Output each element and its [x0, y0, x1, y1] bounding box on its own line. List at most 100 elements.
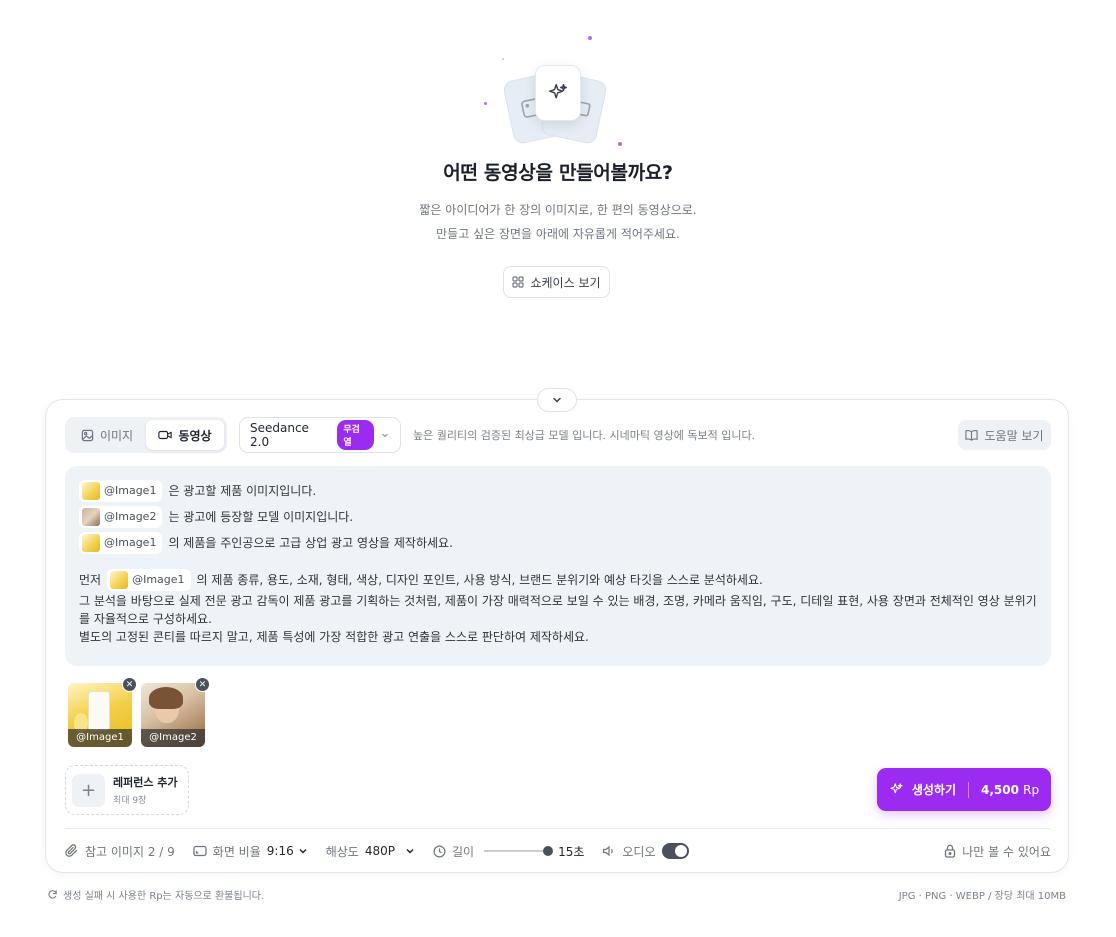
tab-image[interactable]: 이미지	[68, 420, 146, 450]
reference-count-label: 참고 이미지 2 / 9	[85, 844, 175, 859]
showcase-label: 쇼케이스 보기	[530, 275, 601, 290]
resolution-select[interactable]: 해상도 480P	[326, 843, 415, 860]
remove-attachment-button[interactable]: ✕	[122, 677, 137, 692]
collapse-panel-button[interactable]	[537, 388, 577, 412]
add-reference-title: 레퍼런스 추가	[113, 776, 178, 789]
prompt-line: @Image2 는 광고에 등장할 모델 이미지입니다.	[79, 504, 1037, 530]
image-mention-chip[interactable]: @Image2	[79, 506, 163, 528]
resolution-label: 해상도	[325, 844, 359, 859]
chevron-down-icon	[382, 433, 388, 438]
sparkle-dot	[502, 58, 504, 60]
aspect-ratio-label: 화면 비율	[212, 844, 261, 859]
clock-icon	[433, 845, 446, 857]
length-slider-handle[interactable]	[543, 846, 554, 856]
sparkle-dot	[618, 142, 622, 146]
page-title: 어떤 동영상을 만들어볼까요?	[443, 162, 673, 184]
speaker-icon	[603, 845, 614, 857]
refresh-icon	[48, 890, 57, 899]
length-label: 길이	[451, 844, 475, 859]
resolution-text: 480P	[364, 844, 395, 858]
model-thumbnail	[82, 508, 100, 526]
hero-illustration	[484, 36, 622, 148]
aspect-ratio-text: 9:16	[266, 844, 294, 858]
sparkle-icon	[890, 783, 903, 794]
prompt-editor[interactable]: @Image1 은 광고할 제품 이미지입니다. @Image2 는 광고에 등…	[65, 466, 1051, 666]
prompt-text: 의 제품을 주인공으로 고급 상업 광고 영상을 제작하세요.	[168, 536, 453, 550]
reference-count: 참고 이미지 2 / 9	[65, 843, 175, 860]
prompt-paragraph: 먼저 @Image1 의 제품 종류, 용도, 소재, 형태, 색상, 디자인 …	[79, 568, 1037, 646]
attachment-card[interactable]: @Image1 ✕	[68, 677, 137, 747]
prompt-text: 별도의 고정된 콘티를 따르지 말고, 제품 특성에 가장 적합한 광고 연출을…	[79, 630, 589, 644]
paperclip-icon	[65, 844, 78, 857]
chip-label: @Image1	[104, 484, 157, 497]
length-value: 15초	[558, 844, 585, 859]
length-control: 길이 15초	[433, 843, 584, 860]
attachment-label: @Image1	[68, 729, 132, 747]
help-button[interactable]: 도움말 보기	[958, 420, 1051, 450]
image-icon	[81, 429, 94, 441]
image-mention-chip[interactable]: @Image1	[79, 532, 163, 554]
audio-control: 오디오	[602, 843, 689, 860]
aspect-ratio-select[interactable]: 화면 비율 9:16	[193, 843, 308, 860]
privacy-setting[interactable]: 나만 볼 수 있어요	[944, 843, 1051, 860]
product-thumbnail	[82, 482, 100, 500]
generate-price: 4,500 Rp	[981, 783, 1039, 797]
prompt-text: 그 분석을 바탕으로 실제 전문 광고 감독이 제품 광고를 기획하는 것처럼,…	[79, 594, 1037, 626]
mode-tabs: 이미지 동영상	[65, 417, 227, 453]
help-label: 도움말 보기	[984, 428, 1044, 443]
chip-label: @Image1	[104, 536, 157, 549]
prompt-line: @Image1 의 제품을 주인공으로 고급 상업 광고 영상을 제작하세요.	[79, 530, 1037, 556]
hero-subtitle-line1: 짧은 아이디어가 한 장의 이미지로, 한 편의 동영상으로.	[419, 203, 697, 217]
file-format-note: JPG · PNG · WEBP / 장당 최대 10MB	[898, 891, 1066, 902]
price-unit: Rp	[1023, 782, 1040, 797]
toggle-knob	[674, 845, 687, 857]
chevron-down-icon	[406, 848, 414, 854]
sparkle-dot	[484, 102, 487, 105]
prompt-text: 먼저	[79, 573, 102, 587]
showcase-button[interactable]: 쇼케이스 보기	[503, 266, 610, 298]
prompt-line: @Image1 은 광고할 제품 이미지입니다.	[79, 478, 1037, 504]
product-thumbnail	[110, 571, 129, 589]
sparkle-icon	[549, 84, 567, 99]
tab-video[interactable]: 동영상	[146, 420, 224, 450]
generate-button[interactable]: 생성하기 4,500 Rp	[877, 768, 1051, 811]
hero-subtitle-line2: 만들고 싶은 장면을 아래에 자유롭게 적어주세요.	[436, 227, 680, 241]
refund-note: 생성 실패 시 사용한 Rp는 자동으로 환불됩니다.	[47, 887, 264, 902]
image-mention-chip[interactable]: @Image1	[79, 480, 163, 502]
prompt-text: 은 광고할 제품 이미지입니다.	[168, 484, 317, 498]
aspect-ratio-value: 9:16	[267, 844, 308, 858]
lock-icon	[945, 844, 956, 858]
model-description: 높은 퀄리티의 검증된 최상급 모델 입니다. 시네마틱 영상에 독보적 입니다…	[413, 429, 756, 442]
length-slider[interactable]	[484, 846, 554, 856]
prompt-line: 먼저 @Image1 의 제품 종류, 용도, 소재, 형태, 색상, 디자인 …	[79, 568, 1037, 592]
model-select[interactable]: Seedance 2.0 무검열	[239, 417, 401, 453]
chip-label: @Image2	[104, 510, 157, 523]
attachment-list: @Image1 ✕ @Image2 ✕	[68, 677, 210, 747]
tab-image-label: 이미지	[99, 428, 134, 443]
attachment-card[interactable]: @Image2 ✕	[141, 677, 210, 747]
book-icon	[965, 430, 979, 441]
divider	[968, 781, 970, 798]
add-reference-button[interactable]: + 레퍼런스 추가 최대 9장	[65, 765, 189, 815]
prompt-text: 는 광고에 등장할 모델 이미지입니다.	[168, 510, 354, 524]
sparkle-dot	[588, 36, 592, 40]
remove-attachment-button[interactable]: ✕	[195, 677, 210, 692]
prompt-text: 의 제품 종류, 용도, 소재, 형태, 색상, 디자인 포인트, 사용 방식,…	[196, 573, 763, 587]
privacy-label: 나만 볼 수 있어요	[962, 844, 1051, 859]
sparkle-card	[535, 65, 581, 121]
resolution-value: 480P	[365, 844, 415, 858]
chip-label: @Image1	[132, 573, 185, 586]
chevron-down-icon	[553, 397, 561, 403]
audio-toggle[interactable]	[661, 843, 689, 859]
image-mention-chip[interactable]: @Image1	[107, 569, 191, 591]
model-badge: 무검열	[337, 420, 375, 450]
model-name: Seedance 2.0	[250, 421, 309, 449]
aspect-ratio-icon	[193, 845, 207, 857]
compose-panel: 이미지 동영상 Seedance 2.0 무검열 높은 퀄리티의 검증된 최상급…	[45, 399, 1069, 873]
attachment-label: @Image2	[141, 729, 205, 747]
generate-label: 생성하기	[911, 783, 957, 797]
plus-icon: +	[72, 773, 105, 807]
tab-video-label: 동영상	[178, 428, 212, 443]
chevron-down-icon	[299, 848, 307, 854]
product-thumbnail	[82, 534, 100, 552]
